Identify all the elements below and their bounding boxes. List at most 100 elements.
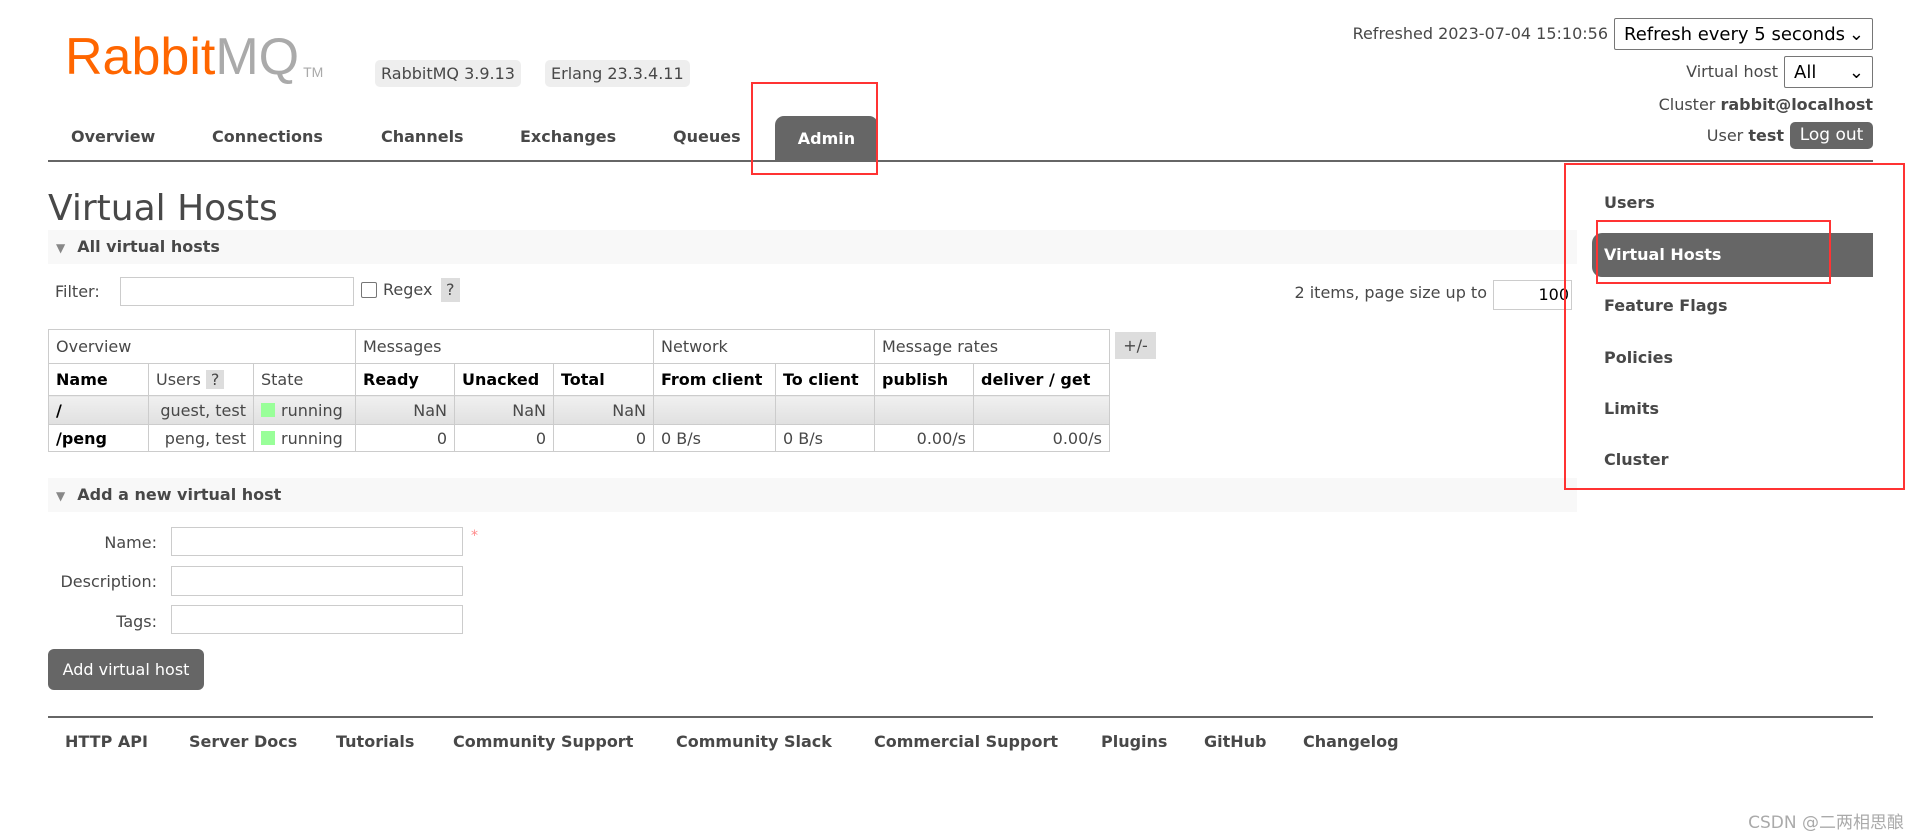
footer-link-server-docs[interactable]: Server Docs — [189, 732, 297, 751]
footer-link-changelog[interactable]: Changelog — [1303, 732, 1399, 751]
tags-label: Tags: — [116, 612, 157, 631]
col-users: Users ? — [148, 363, 254, 396]
group-overview: Overview — [48, 329, 356, 364]
add-virtual-host-button[interactable]: Add virtual host — [48, 649, 204, 690]
annotation-box-admin — [751, 82, 878, 175]
section-title: All virtual hosts — [77, 237, 220, 256]
tab-queues[interactable]: Queues — [673, 127, 741, 146]
users-help-button[interactable]: ? — [205, 370, 225, 389]
cell-to-client — [775, 395, 875, 425]
cell-from-client — [653, 395, 776, 425]
filter-input[interactable] — [120, 277, 354, 306]
items-count-text: 2 items, page size up to — [1294, 283, 1487, 302]
erlang-version-badge: Erlang 23.3.4.11 — [545, 60, 690, 87]
tab-overview[interactable]: Overview — [71, 127, 155, 146]
page-size-input[interactable]: 100 — [1493, 280, 1572, 310]
cell-total: 0 — [553, 424, 654, 452]
tab-connections[interactable]: Connections — [212, 127, 323, 146]
col-total[interactable]: Total — [553, 363, 654, 396]
cell-publish — [874, 395, 974, 425]
vhost-select-value: All — [1794, 61, 1817, 83]
triangle-down-icon: ▼ — [56, 241, 66, 255]
tags-input[interactable] — [171, 605, 463, 634]
vhost-label: Virtual host — [1686, 62, 1778, 81]
vhost-name-link[interactable]: /peng — [48, 424, 149, 452]
logout-button[interactable]: Log out — [1790, 122, 1873, 149]
vhost-name-link[interactable]: / — [48, 395, 149, 425]
regex-label: Regex — [383, 280, 433, 299]
footer-link-github[interactable]: GitHub — [1204, 732, 1267, 751]
cell-state: running — [253, 395, 356, 425]
footer-divider — [48, 716, 1873, 718]
cell-users: guest, test — [148, 395, 254, 425]
cell-to-client: 0 B/s — [775, 424, 875, 452]
col-users-label: Users — [156, 370, 201, 389]
name-input[interactable] — [171, 527, 463, 556]
cell-total: NaN — [553, 395, 654, 425]
col-unacked[interactable]: Unacked — [454, 363, 554, 396]
annotation-box-admin-menu — [1564, 163, 1905, 490]
section-title: Add a new virtual host — [77, 485, 282, 504]
running-status-icon — [261, 402, 275, 417]
refresh-interval-select[interactable]: Refresh every 5 seconds ⌄ — [1614, 18, 1873, 50]
watermark: CSDN @二两相思酿 — [1748, 813, 1904, 833]
cluster-name: rabbit@localhost — [1720, 95, 1873, 114]
group-messages: Messages — [355, 329, 654, 364]
logo-tm: TM — [303, 64, 324, 80]
logo-mq: MQ — [215, 28, 300, 86]
description-input[interactable] — [171, 566, 463, 596]
footer-link-commercial-support[interactable]: Commercial Support — [874, 732, 1058, 751]
refreshed-text: Refreshed 2023-07-04 15:10:56 — [1352, 24, 1608, 43]
column-toggle-button[interactable]: +/- — [1115, 332, 1156, 359]
vhost-select[interactable]: All ⌄ — [1784, 56, 1873, 88]
footer-link-plugins[interactable]: Plugins — [1101, 732, 1167, 751]
user-name: test — [1748, 126, 1784, 145]
col-to-client[interactable]: To client — [775, 363, 875, 396]
cluster-label: Cluster — [1658, 95, 1716, 114]
col-from-client[interactable]: From client — [653, 363, 776, 396]
nav-divider — [48, 160, 1873, 162]
name-label: Name: — [104, 533, 157, 552]
section-add-virtual-host[interactable]: ▼ Add a new virtual host — [48, 478, 1577, 512]
logo-rabbit: Rabbit — [65, 28, 216, 86]
cell-unacked: NaN — [454, 395, 554, 425]
annotation-box-virtual-hosts — [1596, 220, 1831, 284]
regex-checkbox[interactable] — [361, 282, 377, 298]
vhosts-table: Overview Messages Network Message rates … — [48, 329, 1110, 452]
footer-link-http-api[interactable]: HTTP API — [65, 732, 148, 751]
rabbitmq-logo: Rabbit MQ TM — [65, 28, 324, 86]
filter-label: Filter: — [55, 282, 100, 301]
col-name[interactable]: Name — [48, 363, 149, 396]
col-publish[interactable]: publish — [874, 363, 974, 396]
group-message-rates: Message rates — [874, 329, 1110, 364]
cell-deliver: 0.00/s — [973, 424, 1110, 452]
col-deliver-get[interactable]: deliver / get — [973, 363, 1110, 396]
footer-link-community-support[interactable]: Community Support — [453, 732, 633, 751]
table-row: / guest, test running NaN NaN NaN — [48, 395, 1110, 425]
tab-channels[interactable]: Channels — [381, 127, 464, 146]
triangle-down-icon: ▼ — [56, 489, 66, 503]
required-asterisk: * — [471, 528, 478, 544]
chevron-down-icon: ⌄ — [1848, 23, 1864, 45]
footer-link-tutorials[interactable]: Tutorials — [336, 732, 414, 751]
rabbitmq-version-badge: RabbitMQ 3.9.13 — [375, 60, 521, 87]
state-text: running — [281, 428, 343, 448]
state-text: running — [281, 400, 343, 420]
col-ready[interactable]: Ready — [355, 363, 455, 396]
regex-help-button[interactable]: ? — [441, 278, 460, 302]
cell-publish: 0.00/s — [874, 424, 974, 452]
cell-ready: NaN — [355, 395, 455, 425]
user-info: User test — [1707, 126, 1784, 145]
cell-unacked: 0 — [454, 424, 554, 452]
tab-exchanges[interactable]: Exchanges — [520, 127, 616, 146]
description-label: Description: — [60, 572, 157, 591]
page-title: Virtual Hosts — [48, 188, 278, 229]
section-all-virtual-hosts[interactable]: ▼ All virtual hosts — [48, 230, 1577, 264]
cell-state: running — [253, 424, 356, 452]
chevron-down-icon: ⌄ — [1848, 61, 1864, 83]
refresh-select-value: Refresh every 5 seconds — [1624, 23, 1846, 45]
group-network: Network — [653, 329, 875, 364]
footer-link-community-slack[interactable]: Community Slack — [676, 732, 832, 751]
table-row: /peng peng, test running 0 0 0 0 B/s 0 B… — [48, 424, 1110, 452]
user-label: User — [1706, 126, 1744, 145]
